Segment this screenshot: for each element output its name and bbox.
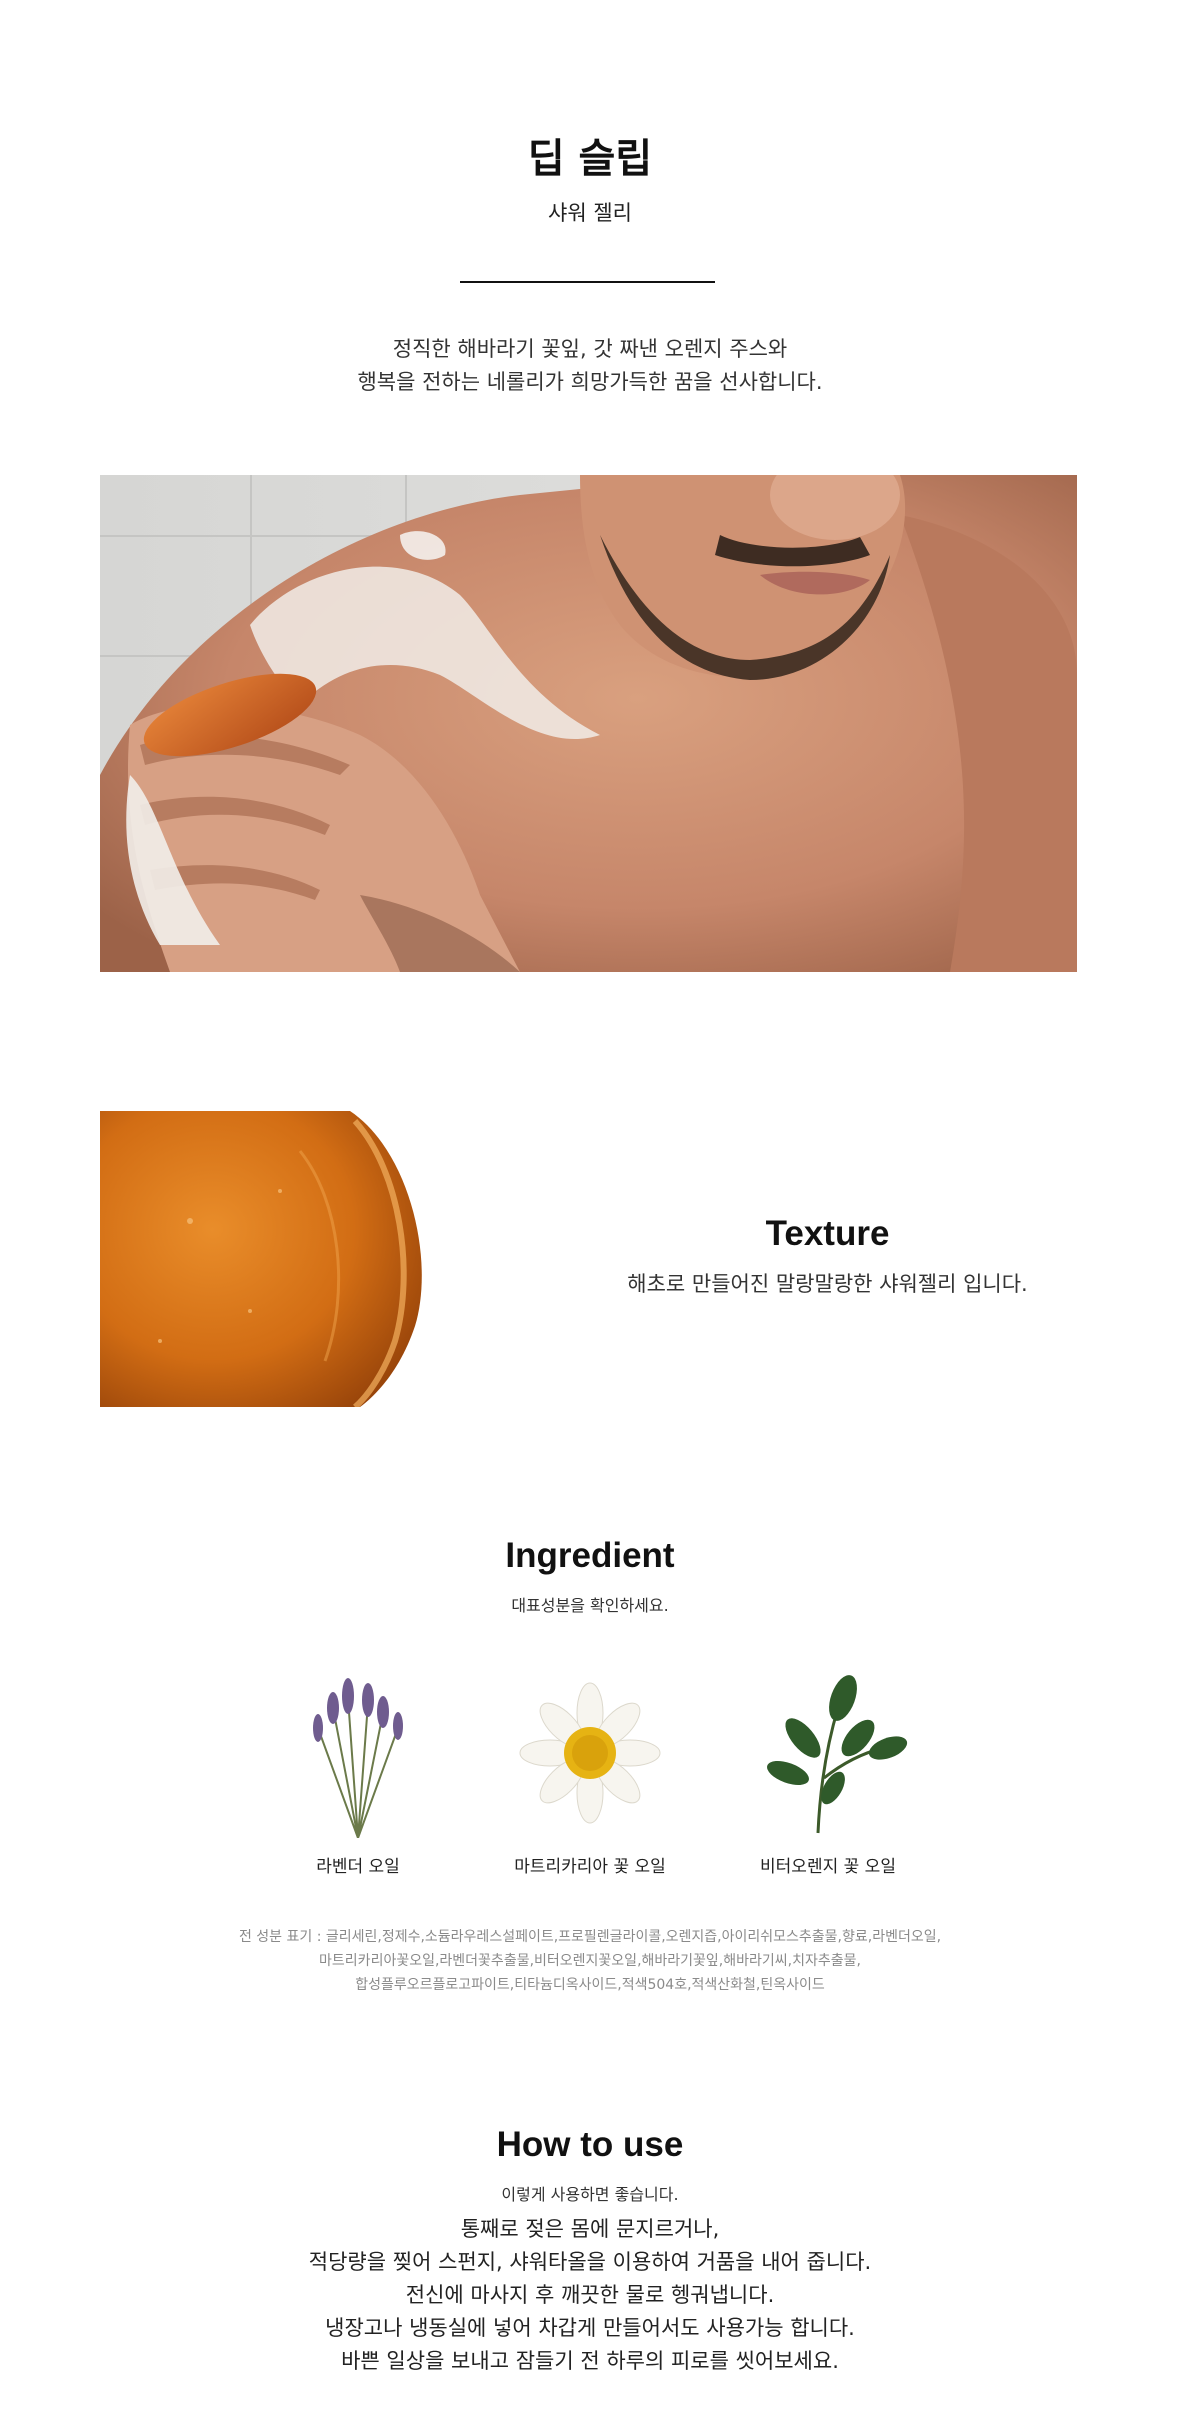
ingredient-label: 라벤더 오일 — [316, 1857, 400, 1877]
texture-jelly-image — [100, 1111, 425, 1410]
product-subtitle: 샤워 젤리 — [548, 201, 632, 225]
orange-leaf-icon — [748, 1668, 908, 1838]
instruction-line: 적당량을 찢어 스펀지, 샤워타올을 이용하여 거품을 내어 줍니다. — [308, 2250, 872, 2274]
ingredient-label: 마트리카리아 꽃 오일 — [514, 1857, 666, 1877]
texture-title: Texture — [765, 1214, 890, 1253]
lavender-icon — [278, 1668, 438, 1839]
product-title: 딥 슬립 — [527, 136, 653, 182]
ingredient-list-line: 전 성분 표기 : 글리세린,정제수,소듐라우레스설페이트,프로필렌글라이콜,오… — [238, 1929, 942, 1945]
ingredient-label: 비터오렌지 꽃 오일 — [760, 1857, 896, 1877]
ingredient-subtitle: 대표성분을 확인하세요. — [511, 1596, 669, 1615]
chamomile-icon — [510, 1668, 670, 1838]
how-to-use-title: How to use — [496, 2125, 684, 2164]
how-to-use-instructions: 통째로 젖은 몸에 문지르거나, 적당량을 찢어 스펀지, 샤워타올을 이용하여… — [0, 2213, 1180, 2378]
ingredient-list-line: 마트리카리아꽃오일,라벤더꽃추출물,비터오렌지꽃오일,해바라기꽃잎,해바라기씨,… — [319, 1953, 861, 1969]
hero-photo — [100, 475, 1077, 972]
instruction-line: 냉장고나 냉동실에 넣어 차갑게 만들어서도 사용가능 합니다. — [325, 2316, 855, 2340]
product-detail-page: 딥 슬립 샤워 젤리 정직한 해바라기 꽃잎, 갓 짜낸 오렌지 주스와 행복을… — [0, 0, 1180, 2435]
instruction-line: 전신에 마사지 후 깨끗한 물로 헹궈냅니다. — [405, 2283, 775, 2307]
description-line: 행복을 전하는 네롤리가 희망가득한 꿈을 선사합니다. — [357, 370, 823, 394]
how-to-use-subtitle: 이렇게 사용하면 좋습니다. — [501, 2185, 679, 2204]
instruction-line: 바쁜 일상을 보내고 잠들기 전 하루의 피로를 씻어보세요. — [341, 2349, 839, 2373]
texture-description: 해초로 만들어진 말랑말랑한 샤워젤리 입니다. — [627, 1272, 1028, 1296]
instruction-line: 통째로 젖은 몸에 문지르거나, — [460, 2217, 720, 2241]
full-ingredient-list: 전 성분 표기 : 글리세린,정제수,소듐라우레스설페이트,프로필렌글라이콜,오… — [0, 1925, 1180, 1997]
title-divider — [460, 281, 715, 283]
product-description: 정직한 해바라기 꽃잎, 갓 짜낸 오렌지 주스와 행복을 전하는 네롤리가 희… — [0, 333, 1180, 399]
ingredient-list-line: 합성플루오르플로고파이트,티타늄디옥사이드,적색504호,적색산화철,틴옥사이드 — [355, 1977, 825, 1993]
description-line: 정직한 해바라기 꽃잎, 갓 짜낸 오렌지 주스와 — [392, 337, 788, 361]
ingredient-title: Ingredient — [505, 1536, 675, 1575]
